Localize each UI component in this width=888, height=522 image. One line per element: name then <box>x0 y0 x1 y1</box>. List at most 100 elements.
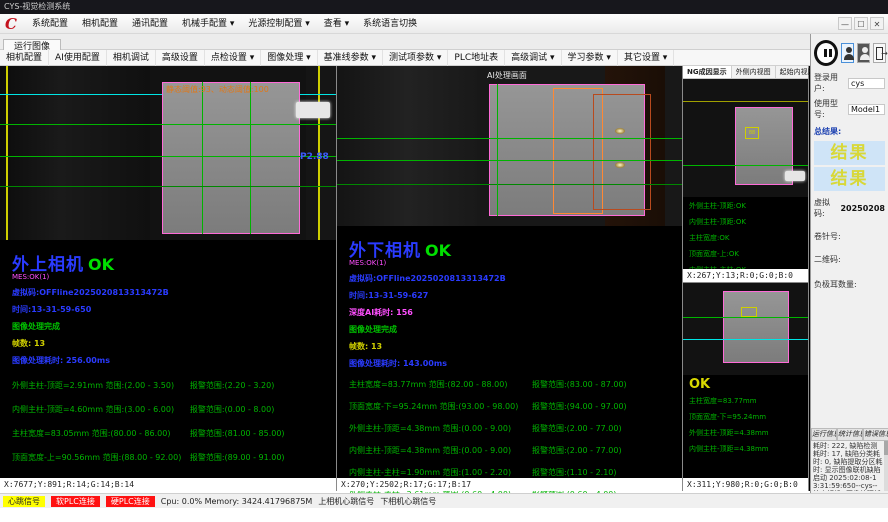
title-bar: CYS-视觉检测系统 <box>0 0 888 14</box>
ng-cause-panel: NG成因显示 外侧内视图 起始内视图 88 外侧主柱-顶距:OK 内侧主柱-顶距… <box>683 66 808 283</box>
menu-language-switch[interactable]: 系统语言切换 <box>356 14 424 34</box>
cpu-memory-readout: Cpu: 0.0% Memory: 3424.41796875M <box>161 497 313 506</box>
tool-advanced-settings[interactable]: 高级设置 <box>156 50 205 66</box>
tab-outer-view[interactable]: 外侧内视图 <box>732 66 776 78</box>
app-logo-icon: C <box>5 15 17 33</box>
pixel-coordinate-readout: X:267;Y:13;R:0;G:0;B:0 <box>683 269 808 282</box>
tool-other-settings[interactable]: 其它设置 ▾ <box>618 50 674 66</box>
exit-button[interactable]: → <box>873 43 886 63</box>
exit-arrow-icon: → <box>881 52 888 56</box>
defect-marker <box>741 307 757 317</box>
tab-error-info[interactable]: 错误信息 <box>863 428 888 441</box>
ai-detect-box-2 <box>593 94 651 210</box>
ai-view-label: AI处理画面 <box>487 70 527 81</box>
detail-status: OK <box>689 377 808 392</box>
measurement-value: 顶面宽度-下=95.24mm 范围:(93.00 - 98.00) <box>349 401 532 412</box>
measurement-value: 主柱宽度=83.05mm 范围:(80.00 - 86.00) <box>12 428 190 439</box>
neg-tab-count-label: 负极耳数量: <box>814 279 864 290</box>
alarm-range: 报警范围:(1.10 - 2.10) <box>532 467 670 478</box>
pixel-coordinate-readout: X:270;Y:2502;R:17;G:17;B:17 <box>337 478 682 491</box>
tab-run-info[interactable]: 运行信息 <box>811 428 837 441</box>
green-guide-line <box>337 184 682 185</box>
control-buttons: → <box>811 34 888 70</box>
menu-view[interactable]: 查看 ▾ <box>317 14 356 34</box>
tool-ai-use-config[interactable]: AI使用配置 <box>49 50 107 66</box>
virtual-code-value: 20250208 <box>840 204 885 213</box>
menu-light-config[interactable]: 光源控制配置 ▾ <box>241 14 316 34</box>
result-box-upper: 结果 <box>814 141 885 165</box>
neg-tab-count-row: 负极耳数量: <box>811 277 888 292</box>
measurement-value: 顶面宽度-上=90.56mm 范围:(88.00 - 92.00) <box>12 452 190 463</box>
process-time-line: 图像处理耗时: 143.00ms <box>349 358 670 369</box>
hard-plc-badge: 硬PLC连接 <box>106 496 155 507</box>
tool-plc-address[interactable]: PLC地址表 <box>448 50 505 66</box>
measurement-row: 主柱宽度=83.05mm 范围:(80.00 - 86.00)报警范围:(81.… <box>12 428 324 439</box>
ng-item: 外侧主柱-顶距:OK <box>689 201 802 211</box>
detail-item: 外侧主柱-顶距=4.38mm <box>689 428 802 438</box>
menu-robot-config[interactable]: 机械手配置 ▾ <box>175 14 241 34</box>
ng-item: 主柱宽度:OK <box>689 233 802 243</box>
detail-thumb-image[interactable] <box>683 283 808 375</box>
pixel-coordinate-readout: X:7677;Y:891;R:14;G:14;B:14 <box>0 478 336 491</box>
close-button[interactable]: ✕ <box>870 17 884 30</box>
menu-comm-config[interactable]: 通讯配置 <box>125 14 175 34</box>
cyan-guide-line <box>683 339 808 340</box>
camera-result: OK <box>425 241 451 260</box>
maximize-button[interactable]: ☐ <box>854 17 868 30</box>
measurement-value: 外侧主柱-顶距=4.38mm 范围:(0.00 - 9.00) <box>349 423 532 434</box>
tool-baseline-params[interactable]: 基准线参数 ▾ <box>318 50 383 66</box>
result-box-lower: 结果 <box>814 167 885 191</box>
measurement-row: 内侧主柱-顶距=4.38mm 范围:(0.00 - 9.00)报警范围:(2.0… <box>349 445 670 456</box>
reflection-glint <box>615 128 625 134</box>
ng-tab-bar: NG成因显示 外侧内视图 起始内视图 <box>683 66 808 79</box>
model-value: Model1 <box>848 104 885 115</box>
run-log-text: 耗时: 222, 缺陷检测耗时: 17, 缺陷分类耗时: 0, 缺陷提取分区耗时… <box>812 441 884 491</box>
blue-marker-text: P2.88 <box>300 152 329 162</box>
tool-spot-check[interactable]: 点检设置 ▾ <box>205 50 261 66</box>
user-switch-button[interactable] <box>857 43 870 63</box>
model-row: 使用型号: Model1 <box>811 96 888 122</box>
menu-system-config[interactable]: 系统配置 <box>25 14 75 34</box>
log-scrollbar[interactable] <box>884 441 888 491</box>
detail-item: 顶面宽度-下=95.24mm <box>689 412 802 422</box>
qr-code-label: 二维码: <box>814 254 848 265</box>
qr-code-row: 二维码: <box>811 252 888 267</box>
tool-test-params[interactable]: 测试项参数 ▾ <box>383 50 448 66</box>
ng-thumb-image[interactable]: 88 <box>683 79 808 197</box>
pause-button[interactable] <box>814 40 838 66</box>
tab-connector-blob <box>785 171 805 181</box>
tab-stat-info[interactable]: 统计信息 <box>837 428 863 441</box>
alarm-range: 报警范围:(94.00 - 97.00) <box>532 401 670 412</box>
tool-camera-config[interactable]: 相机配置 <box>0 50 49 66</box>
login-user-value: cys <box>848 78 885 89</box>
window-controls: — ☐ ✕ <box>838 17 888 30</box>
log-scrollbar-thumb[interactable] <box>884 441 888 455</box>
heartbeat-badge: 心跳信号 <box>3 496 45 507</box>
menu-camera-config[interactable]: 相机配置 <box>75 14 125 34</box>
upper-camera-image[interactable]: 静态阈值:93、动态阈值:100 P2.88 <box>0 66 336 240</box>
green-guide-line <box>0 156 336 157</box>
lower-camera-readout: 外下相机OK MES:OK(1) 虚拟码:OFFline202502081331… <box>337 226 682 500</box>
tab-ng-cause[interactable]: NG成因显示 <box>683 66 732 78</box>
lower-camera-image[interactable]: AI处理画面 <box>337 66 682 226</box>
tool-learn-params[interactable]: 学习参数 ▾ <box>562 50 618 66</box>
tool-camera-debug[interactable]: 相机调试 <box>107 50 156 66</box>
menu-bar: C 系统配置 相机配置 通讯配置 机械手配置 ▾ 光源控制配置 ▾ 查看 ▾ 系… <box>0 14 888 34</box>
app-window: CYS-视觉检测系统 C 系统配置 相机配置 通讯配置 机械手配置 ▾ 光源控制… <box>0 0 888 522</box>
green-guide-line <box>202 82 203 234</box>
measurement-value: 外侧主柱-顶距=2.91mm 范围:(2.00 - 3.50) <box>12 380 190 391</box>
login-user-row: 登录用户: cys <box>811 70 888 96</box>
machine-background <box>337 66 477 226</box>
lower-camera-panel: AI处理画面 外下相机OK MES:OK(1) 虚拟码:OFFline20250… <box>337 66 683 491</box>
user-login-button[interactable] <box>841 43 854 63</box>
window-title: CYS-视觉检测系统 <box>4 2 70 11</box>
camera-name: 外上相机 <box>12 255 84 275</box>
frame-line: 帧数: 13 <box>12 338 324 349</box>
measurement-list: 外侧主柱-顶距=2.91mm 范围:(2.00 - 3.50)报警范围:(2.2… <box>12 380 324 463</box>
tool-image-process[interactable]: 图像处理 ▾ <box>261 50 317 66</box>
minimize-button[interactable]: — <box>838 17 852 30</box>
alarm-range: 报警范围:(81.00 - 85.00) <box>190 428 324 439</box>
green-guide-line <box>337 160 682 161</box>
cell-region-overlay <box>723 291 789 363</box>
tool-advanced-debug[interactable]: 高级调试 ▾ <box>505 50 561 66</box>
